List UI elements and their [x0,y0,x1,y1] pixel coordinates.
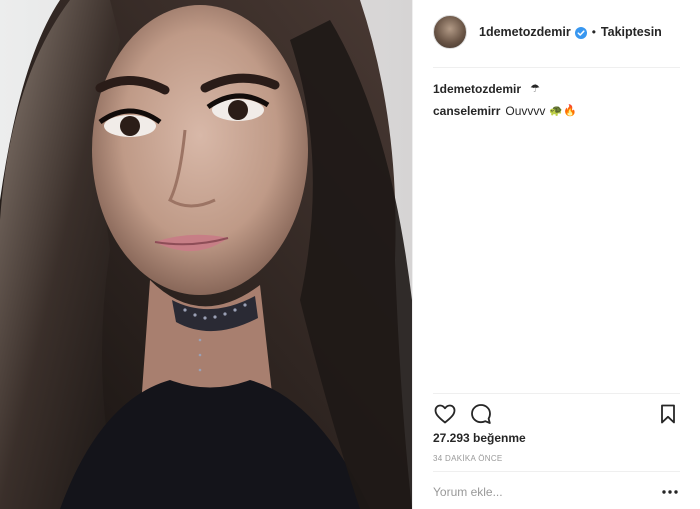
verified-badge-icon [574,26,587,39]
turtle-fire-emoji-icon: 🐢🔥 [549,105,577,117]
post-photo[interactable] [0,0,412,509]
post-header: 1demetozdemir • Takiptesin [433,14,680,50]
more-options-icon[interactable] [660,482,680,502]
comment-item: 1demetozdemir ☂ [433,78,680,100]
bookmark-icon [661,404,675,424]
divider [433,67,680,68]
comment-list: 1demetozdemir ☂ canselemirr Ouvvvv 🐢🔥 [433,78,680,122]
umbrella-emoji-icon: ☂ [530,83,540,95]
like-button[interactable] [433,402,457,426]
comment-button[interactable] [469,402,493,426]
post-sidebar: 1demetozdemir • Takiptesin 1demetozdemir… [412,0,700,509]
comment-username[interactable]: canselemirr [433,100,500,122]
like-count[interactable]: 27.293 beğenme [433,431,526,445]
separator-dot: • [591,25,596,39]
comment-bubble-icon [471,404,491,424]
divider [433,471,680,472]
comment-item: canselemirr Ouvvvv 🐢🔥 [433,100,680,122]
avatar[interactable] [433,15,467,49]
heart-icon [434,404,456,424]
add-comment-bar [433,478,680,506]
comment-username[interactable]: 1demetozdemir [433,78,521,100]
comment-text: Ouvvvv [505,104,546,118]
save-button[interactable] [656,402,680,426]
comment-input[interactable] [433,485,660,499]
username-link[interactable]: 1demetozdemir [479,25,571,39]
follow-status-button[interactable]: Takiptesin [601,25,662,39]
divider [433,393,680,394]
post-timestamp: 34 DAKİKA ÖNCE [433,454,503,463]
selfie-image [0,0,412,509]
action-bar [433,401,680,427]
